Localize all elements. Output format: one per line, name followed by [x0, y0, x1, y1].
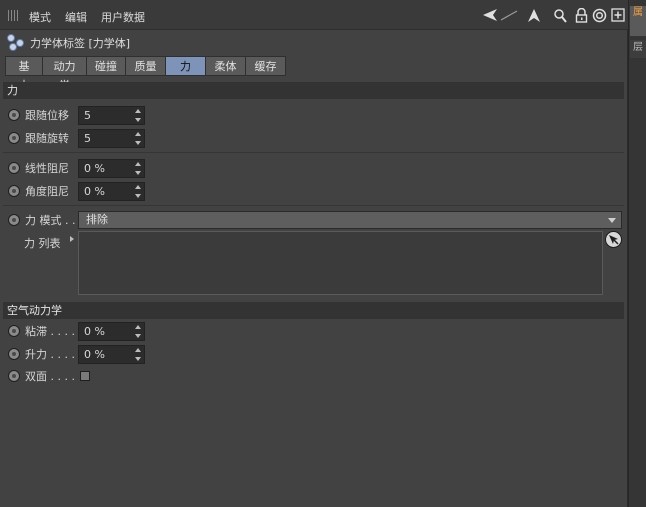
- side-tab-layers[interactable]: 层: [630, 40, 646, 58]
- stepper-icon[interactable]: [135, 162, 141, 175]
- stepper-icon[interactable]: [135, 325, 141, 338]
- tab-soft-body[interactable]: 柔体: [206, 56, 246, 76]
- page-title: 力学体标签 [力学体]: [30, 37, 131, 50]
- add-icon[interactable]: [610, 7, 626, 23]
- linear-damping-row: 线性阻尼 0 %: [8, 158, 145, 178]
- two-sided-row: 双面 . . . .: [8, 366, 90, 386]
- lift-value: 0 %: [84, 348, 105, 361]
- force-mode-value: 排除: [86, 213, 108, 226]
- animate-toggle-icon[interactable]: [8, 348, 20, 360]
- stepper-icon[interactable]: [135, 132, 141, 145]
- menu-bar: 模式 编辑 用户数据: [0, 0, 628, 30]
- animate-toggle-icon[interactable]: [8, 325, 20, 337]
- animate-toggle-icon[interactable]: [8, 132, 20, 144]
- section-force-header: 力: [3, 82, 624, 99]
- angular-damping-value: 0 %: [84, 185, 105, 198]
- section-aerodynamics-header: 空气动力学: [3, 302, 624, 319]
- tab-bar: 基本 动力学 碰撞 质量 力 柔体 缓存: [5, 56, 286, 92]
- follow-rotation-field[interactable]: 5: [78, 129, 145, 148]
- menu-edit[interactable]: 编辑: [65, 9, 87, 25]
- attributes-panel: 模式 编辑 用户数据 力学体标签 [力学体] 基 动力 碰撞 质量 力 柔体 缓…: [0, 0, 628, 507]
- viscosity-field[interactable]: 0 %: [78, 322, 145, 341]
- up-arrow-icon[interactable]: [526, 7, 542, 23]
- dynamics-tag-icon: [6, 34, 26, 52]
- follow-rotation-value: 5: [84, 132, 91, 145]
- animate-toggle-icon[interactable]: [8, 109, 20, 121]
- follow-position-value: 5: [84, 109, 91, 122]
- animate-toggle-icon[interactable]: [8, 370, 20, 382]
- force-list-box[interactable]: [78, 231, 603, 295]
- two-sided-checkbox[interactable]: [80, 371, 90, 381]
- target-icon[interactable]: [591, 7, 607, 23]
- lift-row: 升力 . . . . 0 %: [8, 344, 145, 364]
- follow-position-row: 跟随位移 5: [8, 105, 145, 125]
- viscosity-label: 粘滞 . . . .: [25, 325, 75, 338]
- linear-damping-label: 线性阻尼: [25, 162, 69, 175]
- tab-cache[interactable]: 缓存: [246, 56, 286, 76]
- tab-mass[interactable]: 质量: [126, 56, 166, 76]
- follow-rotation-label: 跟随旋转: [25, 132, 69, 145]
- chevron-down-icon: [608, 218, 616, 223]
- animate-toggle-icon[interactable]: [8, 162, 20, 174]
- object-title: 力学体标签 [力学体]: [6, 33, 130, 53]
- forward-arrow-icon[interactable]: [500, 7, 518, 23]
- follow-position-label: 跟随位移: [25, 109, 69, 122]
- lock-icon[interactable]: [573, 7, 589, 23]
- angular-damping-label: 角度阻尼: [25, 185, 69, 198]
- divider: [3, 205, 624, 206]
- expand-triangle-icon[interactable]: [70, 236, 74, 242]
- tab-basic[interactable]: 基本: [5, 56, 43, 92]
- divider: [3, 152, 624, 153]
- force-mode-row: 力 模式 . .: [8, 210, 78, 230]
- linear-damping-value: 0 %: [84, 162, 105, 175]
- angular-damping-row: 角度阻尼 0 %: [8, 181, 145, 201]
- follow-position-field[interactable]: 5: [78, 106, 145, 125]
- grip-icon[interactable]: [8, 10, 20, 21]
- force-mode-label: 力 模式 . .: [25, 214, 76, 227]
- side-tab-strip: 属 层: [628, 0, 646, 507]
- animate-toggle-icon[interactable]: [8, 214, 20, 226]
- menu-user-data[interactable]: 用户数据: [101, 9, 145, 25]
- search-icon[interactable]: [552, 7, 568, 23]
- lift-field[interactable]: 0 %: [78, 345, 145, 364]
- animate-toggle-icon[interactable]: [8, 185, 20, 197]
- picker-arrow-icon[interactable]: [605, 231, 622, 248]
- viscosity-value: 0 %: [84, 325, 105, 338]
- viscosity-row: 粘滞 . . . . 0 %: [8, 321, 145, 341]
- stepper-icon[interactable]: [135, 109, 141, 122]
- two-sided-label: 双面 . . . .: [25, 370, 75, 383]
- force-mode-dropdown[interactable]: 排除: [78, 211, 622, 229]
- side-tab-attributes[interactable]: 属: [630, 6, 646, 36]
- tab-force[interactable]: 力: [166, 56, 206, 76]
- menu-mode[interactable]: 模式: [29, 9, 51, 25]
- follow-rotation-row: 跟随旋转 5: [8, 128, 145, 148]
- stepper-icon[interactable]: [135, 348, 141, 361]
- tab-collision[interactable]: 碰撞: [87, 56, 126, 76]
- back-arrow-icon[interactable]: [482, 7, 502, 23]
- angular-damping-field[interactable]: 0 %: [78, 182, 145, 201]
- force-list-label: 力 列表: [24, 237, 61, 250]
- linear-damping-field[interactable]: 0 %: [78, 159, 145, 178]
- lift-label: 升力 . . . .: [25, 348, 75, 361]
- stepper-icon[interactable]: [135, 185, 141, 198]
- tab-dynamics[interactable]: 动力学: [43, 56, 87, 92]
